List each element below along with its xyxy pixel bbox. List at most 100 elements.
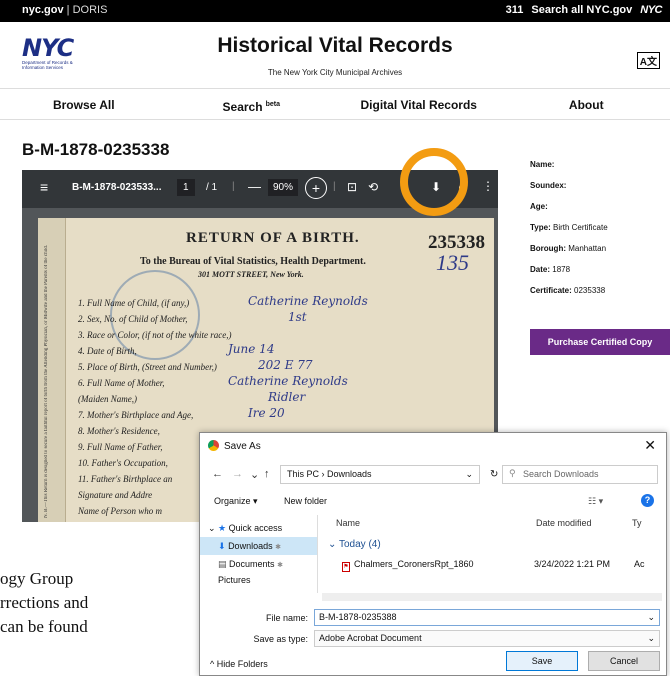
path-box[interactable]: This PC › Downloads ⌄ bbox=[280, 465, 480, 484]
handwritten-entry: Ridler bbox=[268, 390, 306, 404]
back-arrow-icon[interactable]: ← bbox=[212, 468, 223, 480]
chevron-down-icon[interactable]: ⌄ bbox=[647, 612, 655, 623]
file-name-input[interactable]: B-M-1878-0235388 ⌄ bbox=[314, 609, 660, 626]
save-button[interactable]: Save bbox=[506, 651, 578, 671]
organize-menu-button[interactable]: Organize ▾ bbox=[214, 496, 258, 507]
file-row[interactable]: ⚑ Chalmers_CoronersRpt_1860 3/24/2022 1:2… bbox=[342, 559, 658, 575]
column-type-header[interactable]: Ty bbox=[632, 518, 642, 528]
page-number-input[interactable]: 1 bbox=[177, 179, 195, 196]
brand-separator: | bbox=[66, 4, 70, 16]
nyc-gov-link[interactable]: nyc.gov bbox=[22, 4, 64, 16]
site-header: NYC Department of Records & Information … bbox=[0, 22, 670, 86]
navigation-pane: ⌄ ★ Quick access ⬇ Downloads ✱ ▤ Documen… bbox=[200, 515, 318, 593]
document-field-row: 1. Full Name of Child, (if any,) Catherin… bbox=[78, 294, 478, 314]
up-folder-icon[interactable]: ↑ bbox=[264, 468, 270, 480]
nav-quick-access[interactable]: ⌄ ★ Quick access bbox=[208, 519, 282, 537]
zoom-in-icon[interactable]: + bbox=[305, 177, 327, 199]
search-icon: ⚲ bbox=[509, 468, 516, 478]
handwritten-number: 135 bbox=[436, 250, 469, 275]
nav-digital-vital-records[interactable]: Digital Vital Records bbox=[335, 89, 503, 119]
record-info: Name: Soundex: Age: Type: Birth Certific… bbox=[530, 160, 608, 307]
chrome-icon bbox=[208, 440, 219, 451]
help-icon[interactable]: ? bbox=[641, 494, 654, 507]
new-folder-button[interactable]: New folder bbox=[284, 496, 327, 506]
beta-badge: beta bbox=[265, 101, 280, 108]
field-label: 4. Date of Birth, bbox=[78, 346, 137, 356]
zoom-level-input[interactable]: 90% bbox=[268, 179, 299, 196]
fit-page-icon[interactable]: ⊡ bbox=[347, 180, 357, 194]
zoom-out-icon[interactable]: — bbox=[248, 179, 261, 194]
field-label: (Maiden Name,) bbox=[78, 394, 137, 404]
current-path: This PC › Downloads bbox=[287, 469, 372, 479]
nav-about[interactable]: About bbox=[503, 89, 670, 119]
toolbar-divider: | bbox=[333, 181, 336, 192]
forward-arrow-icon[interactable]: → bbox=[232, 468, 243, 480]
rotate-icon[interactable]: ⟲ bbox=[368, 180, 378, 194]
handwritten-entry: Ire 20 bbox=[248, 406, 285, 420]
handwritten-entry: Catherine Reynolds bbox=[228, 374, 348, 388]
field-label: 7. Mother's Birthplace and Age, bbox=[78, 410, 194, 420]
field-label: 6. Full Name of Mother, bbox=[78, 378, 165, 388]
menu-icon[interactable]: ≡ bbox=[40, 179, 48, 195]
nav-search[interactable]: Search beta bbox=[168, 89, 336, 119]
field-label: Name of Person who m bbox=[78, 506, 162, 516]
chevron-down-icon[interactable]: ⌄ bbox=[647, 633, 655, 644]
dialog-toolbar: Organize ▾ New folder ☷ ▾ ? bbox=[200, 491, 668, 513]
info-date: Date: 1878 bbox=[530, 265, 571, 274]
document-address: 301 MOTT STREET, New York. bbox=[198, 270, 304, 279]
download-highlight-ring bbox=[400, 148, 468, 216]
document-field-row: 3. Race or Color, (if not of the white r… bbox=[78, 330, 478, 346]
document-field-row: 7. Mother's Birthplace and Age, Ire 20 bbox=[78, 406, 478, 426]
info-certificate: Certificate: 0235338 bbox=[530, 286, 606, 295]
field-label: 2. Sex, No. of Child of Mother, bbox=[78, 314, 188, 324]
field-label: 1. Full Name of Child, (if any,) bbox=[78, 298, 190, 308]
chevron-down-icon[interactable]: ⌄ bbox=[465, 469, 473, 480]
search-placeholder: Search Downloads bbox=[523, 469, 599, 479]
handwritten-entry: 1st bbox=[288, 310, 307, 324]
field-label: 9. Full Name of Father, bbox=[78, 442, 163, 452]
doris-link[interactable]: DORIS bbox=[73, 4, 108, 16]
site-title: Historical Vital Records bbox=[217, 34, 453, 57]
field-label: 5. Place of Birth, (Street and Number,) bbox=[78, 362, 217, 372]
main-nav: Browse All Search beta Digital Vital Reco… bbox=[0, 88, 670, 120]
recent-locations-icon[interactable]: ⌄ bbox=[250, 468, 259, 481]
search-downloads-input[interactable]: ⚲ Search Downloads bbox=[502, 465, 658, 484]
gov-brand[interactable]: nyc.gov | DORIS bbox=[22, 4, 107, 16]
info-name: Name: bbox=[530, 160, 555, 169]
document-field-row: 2. Sex, No. of Child of Mother, 1st bbox=[78, 310, 478, 330]
body-text-line: rrections and bbox=[0, 593, 89, 612]
file-list-scrollbar[interactable] bbox=[322, 593, 662, 601]
hide-folders-toggle[interactable]: ^ Hide Folders bbox=[210, 659, 268, 669]
translate-button[interactable]: A文 bbox=[636, 52, 660, 69]
body-text-line: ogy Group bbox=[0, 569, 74, 588]
311-link[interactable]: 311 bbox=[506, 4, 524, 16]
save-as-type-select[interactable]: Adobe Acrobat Document ⌄ bbox=[314, 630, 660, 647]
group-header[interactable]: ⌄ Today (4) bbox=[328, 539, 381, 550]
margin-note: N. B.—This Return is designed to secure … bbox=[44, 244, 49, 518]
search-all-nyc-link[interactable]: Search all NYC.gov bbox=[531, 4, 632, 16]
column-date-header[interactable]: Date modified bbox=[536, 518, 592, 528]
refresh-icon[interactable]: ↻ bbox=[490, 469, 498, 480]
document-margin: N. B.—This Return is designed to secure … bbox=[38, 218, 66, 522]
save-as-dialog: Save As ✕ ← → ⌄ ↑ This PC › Downloads ⌄ … bbox=[199, 432, 667, 676]
column-name-header[interactable]: Name bbox=[336, 518, 360, 528]
view-options-icon[interactable]: ☷ ▾ bbox=[588, 496, 603, 507]
handwritten-entry: 202 E 77 bbox=[258, 358, 313, 372]
cancel-button[interactable]: Cancel bbox=[588, 651, 660, 671]
nav-browse-all[interactable]: Browse All bbox=[0, 89, 168, 119]
background-body-text: ogy Group rrections and can be found bbox=[0, 567, 88, 639]
document-title: RETURN OF A BIRTH. bbox=[186, 230, 360, 246]
nav-downloads[interactable]: ⬇ Downloads ✱ bbox=[200, 537, 317, 555]
purchase-certified-copy-button[interactable]: Purchase Certified Copy bbox=[530, 329, 670, 355]
more-options-icon[interactable]: ⋮ bbox=[482, 179, 494, 193]
nav-pictures[interactable]: Pictures bbox=[218, 573, 251, 585]
file-name: Chalmers_CoronersRpt_1860 bbox=[354, 559, 474, 569]
info-age: Age: bbox=[530, 202, 548, 211]
dialog-title: Save As bbox=[208, 440, 261, 452]
nyc-mini-logo[interactable]: NYC bbox=[640, 4, 662, 16]
file-name-label: File name: bbox=[265, 613, 308, 623]
close-icon[interactable]: ✕ bbox=[644, 437, 656, 454]
nav-documents[interactable]: ▤ Documents ✱ bbox=[218, 555, 283, 573]
info-type: Type: Birth Certificate bbox=[530, 223, 608, 232]
pdf-file-icon: ⚑ bbox=[342, 562, 350, 572]
